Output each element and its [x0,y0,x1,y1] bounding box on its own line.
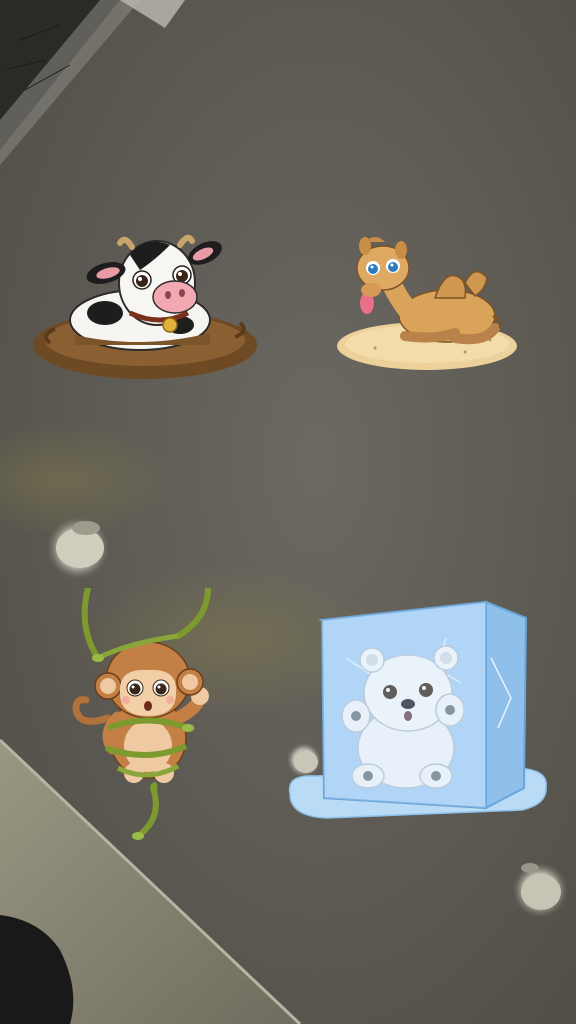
ceiling-light-left [46,516,110,580]
monkey-icon[interactable] [68,588,218,840]
ceiling-light-right [512,862,568,918]
cow-icon[interactable] [30,225,260,385]
polar-bear-icon[interactable] [286,598,550,824]
room-background [0,0,568,1024]
ceiling-molding [120,0,185,28]
camel-icon[interactable] [335,228,520,373]
camera-scene [0,0,576,1024]
